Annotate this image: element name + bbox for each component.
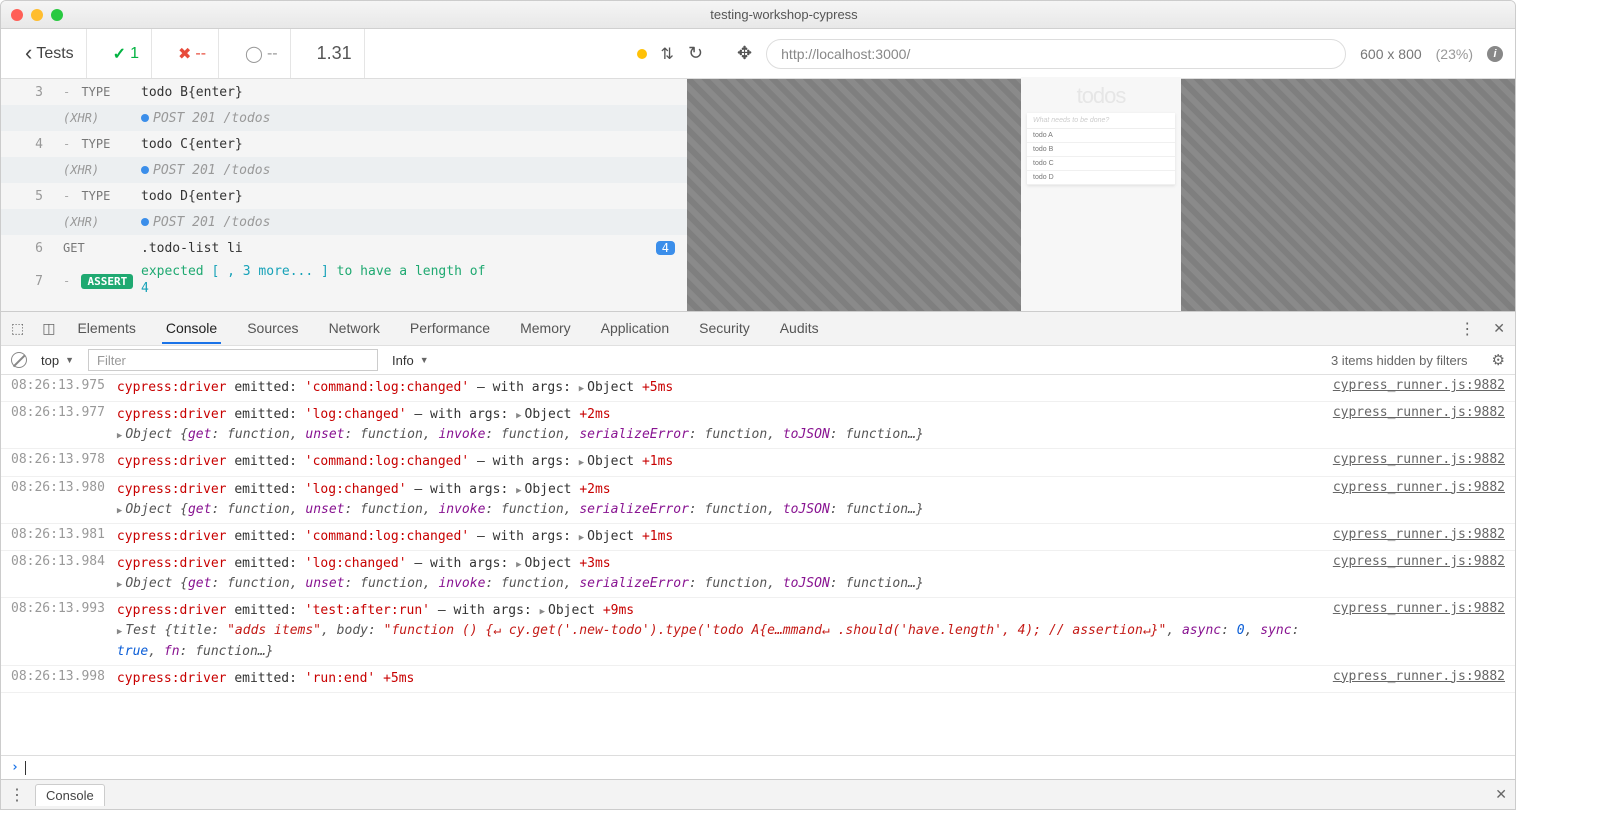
devtools-drawer: Console [1,779,1515,809]
level-selector[interactable]: Info [392,353,429,368]
source-link[interactable]: cypress_runner.js:9882 [1333,378,1505,393]
cypress-toolbar: Tests 1 -- -- 1.31 http://localhost:3000… [1,29,1515,79]
todo-item[interactable]: todo D [1027,171,1175,185]
window-title: testing-workshop-cypress [63,7,1505,22]
source-link[interactable]: cypress_runner.js:9882 [1333,601,1505,616]
passed-count: 1 [113,44,139,64]
devtools-menu-icon[interactable] [1459,319,1475,339]
selector-playground-icon[interactable] [737,43,752,64]
todo-item[interactable]: todo B [1027,143,1175,157]
command-row[interactable]: (XHR)POST 201 /todos [1,105,687,131]
console-output[interactable]: 08:26:13.975cypress:driver emitted: 'com… [1,375,1515,755]
command-row[interactable]: 3- TYPEtodo B{enter} [1,79,687,105]
devtools-tab-console[interactable]: Console [162,314,221,344]
context-selector[interactable]: top [41,353,74,368]
chevron-left-icon [25,42,32,65]
console-row[interactable]: 08:26:13.998cypress:driver emitted: 'run… [1,666,1515,693]
app-preview: todos What needs to be done? todo Atodo … [687,79,1515,311]
devtools-tab-network[interactable]: Network [325,314,384,344]
console-row[interactable]: 08:26:13.980cypress:driver emitted: 'log… [1,477,1515,524]
console-row[interactable]: 08:26:13.978cypress:driver emitted: 'com… [1,449,1515,476]
console-row[interactable]: 08:26:13.975cypress:driver emitted: 'com… [1,375,1515,402]
todo-card: What needs to be done? todo Atodo Btodo … [1027,113,1175,185]
devtools-tab-security[interactable]: Security [695,314,754,344]
devtools-tab-performance[interactable]: Performance [406,314,494,344]
source-link[interactable]: cypress_runner.js:9882 [1333,480,1505,495]
console-row[interactable]: 08:26:13.981cypress:driver emitted: 'com… [1,524,1515,551]
drawer-tab-console[interactable]: Console [35,784,105,806]
failed-count: -- [178,44,206,64]
console-filter-bar: top Filter Info 3 items hidden by filter… [1,345,1515,375]
devtools-tab-elements[interactable]: Elements [73,314,139,344]
tests-back-button[interactable]: Tests [25,42,74,65]
devtools-tab-sources[interactable]: Sources [243,314,302,344]
pending-count: -- [245,44,278,64]
devtools-tab-memory[interactable]: Memory [516,314,575,344]
devtools-tabbar: Elements Console Sources Network Performance… [1,311,1515,345]
minimize-icon[interactable] [31,9,43,21]
match-count-badge: 4 [656,241,675,255]
source-link[interactable]: cypress_runner.js:9882 [1333,669,1505,684]
window-titlebar: testing-workshop-cypress [1,1,1515,29]
main-area: 3- TYPEtodo B{enter}(XHR)POST 201 /todos… [1,79,1515,311]
url-text: http://localhost:3000/ [781,46,910,62]
todo-item[interactable]: todo A [1027,129,1175,143]
autoscroll-icon[interactable] [661,44,674,64]
hidden-count: 3 items hidden by filters [1331,353,1468,368]
command-row[interactable]: 4- TYPEtodo C{enter} [1,131,687,157]
command-row[interactable]: 5- TYPEtodo D{enter} [1,183,687,209]
command-row[interactable]: (XHR)POST 201 /todos [1,157,687,183]
drawer-close-icon[interactable] [1495,786,1507,803]
console-settings-icon[interactable] [1492,351,1505,369]
clear-console-icon[interactable] [11,352,27,368]
devtools-tab-audits[interactable]: Audits [776,314,823,344]
devtools-tab-application[interactable]: Application [597,314,674,344]
tests-label: Tests [36,45,73,63]
console-row[interactable]: 08:26:13.984cypress:driver emitted: 'log… [1,551,1515,598]
command-log[interactable]: 3- TYPEtodo B{enter}(XHR)POST 201 /todos… [1,79,687,311]
close-icon[interactable] [11,9,23,21]
command-row[interactable]: (XHR)POST 201 /todos [1,209,687,235]
drawer-menu-icon[interactable] [9,785,25,805]
command-row[interactable]: 6GET.todo-list li4 [1,235,687,261]
inspect-icon[interactable] [11,320,24,337]
preview-app[interactable]: todos What needs to be done? todo Atodo … [1021,77,1181,311]
command-row[interactable]: 7- ASSERTexpected [ , 3 more... ] to hav… [1,261,687,301]
console-row[interactable]: 08:26:13.993cypress:driver emitted: 'tes… [1,598,1515,665]
devtools-close-icon[interactable] [1493,320,1505,337]
console-row[interactable]: 08:26:13.977cypress:driver emitted: 'log… [1,402,1515,449]
todo-title: todos [1021,83,1181,109]
todo-item[interactable]: todo C [1027,157,1175,171]
viewport-scale: (23%) [1436,46,1473,62]
todo-input[interactable]: What needs to be done? [1027,113,1175,129]
console-prompt[interactable] [1,755,1515,779]
viewport-size: 600 x 800 [1360,46,1422,62]
duration: 1.31 [317,43,352,64]
url-bar[interactable]: http://localhost:3000/ [766,39,1346,69]
reload-icon[interactable] [688,43,703,64]
source-link[interactable]: cypress_runner.js:9882 [1333,452,1505,467]
filter-input[interactable]: Filter [88,349,378,371]
info-icon[interactable]: i [1487,46,1503,62]
device-toolbar-icon[interactable] [42,320,55,337]
status-dot-icon [637,49,647,59]
source-link[interactable]: cypress_runner.js:9882 [1333,554,1505,569]
traffic-lights [11,9,63,21]
source-link[interactable]: cypress_runner.js:9882 [1333,405,1505,420]
source-link[interactable]: cypress_runner.js:9882 [1333,527,1505,542]
maximize-icon[interactable] [51,9,63,21]
